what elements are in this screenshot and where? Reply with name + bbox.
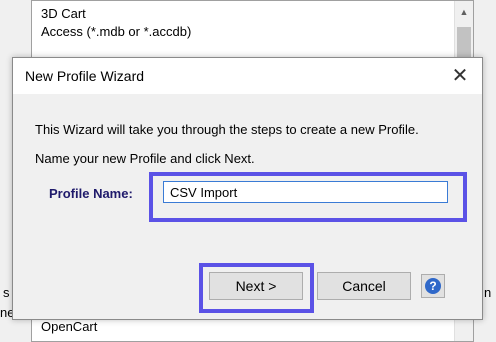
- instruction-text: Name your new Profile and click Next.: [35, 151, 255, 166]
- cancel-button[interactable]: Cancel: [317, 272, 411, 300]
- next-button[interactable]: Next >: [209, 272, 303, 300]
- help-icon: ?: [425, 278, 441, 294]
- profile-name-label: Profile Name:: [49, 186, 133, 201]
- dialog-titlebar[interactable]: New Profile Wizard ✕: [13, 58, 482, 94]
- list-item[interactable]: Access (*.mdb or *.accdb): [41, 24, 191, 39]
- background-text: n: [484, 285, 492, 300]
- list-item[interactable]: 3D Cart: [41, 6, 86, 21]
- dialog-content: This Wizard will take you through the st…: [13, 94, 482, 319]
- scroll-up-icon[interactable]: ▲: [457, 5, 471, 19]
- background-panel-left: s ne: [0, 250, 14, 342]
- list-item[interactable]: OpenCart: [41, 319, 97, 334]
- new-profile-wizard-dialog: New Profile Wizard ✕ This Wizard will ta…: [12, 57, 483, 320]
- help-button[interactable]: ?: [421, 274, 445, 298]
- background-panel-right: n: [484, 250, 496, 342]
- intro-text: This Wizard will take you through the st…: [35, 122, 419, 137]
- dialog-title: New Profile Wizard: [25, 68, 145, 84]
- background-text: s: [3, 285, 10, 300]
- close-icon[interactable]: ✕: [448, 64, 472, 88]
- profile-name-input[interactable]: [163, 181, 448, 203]
